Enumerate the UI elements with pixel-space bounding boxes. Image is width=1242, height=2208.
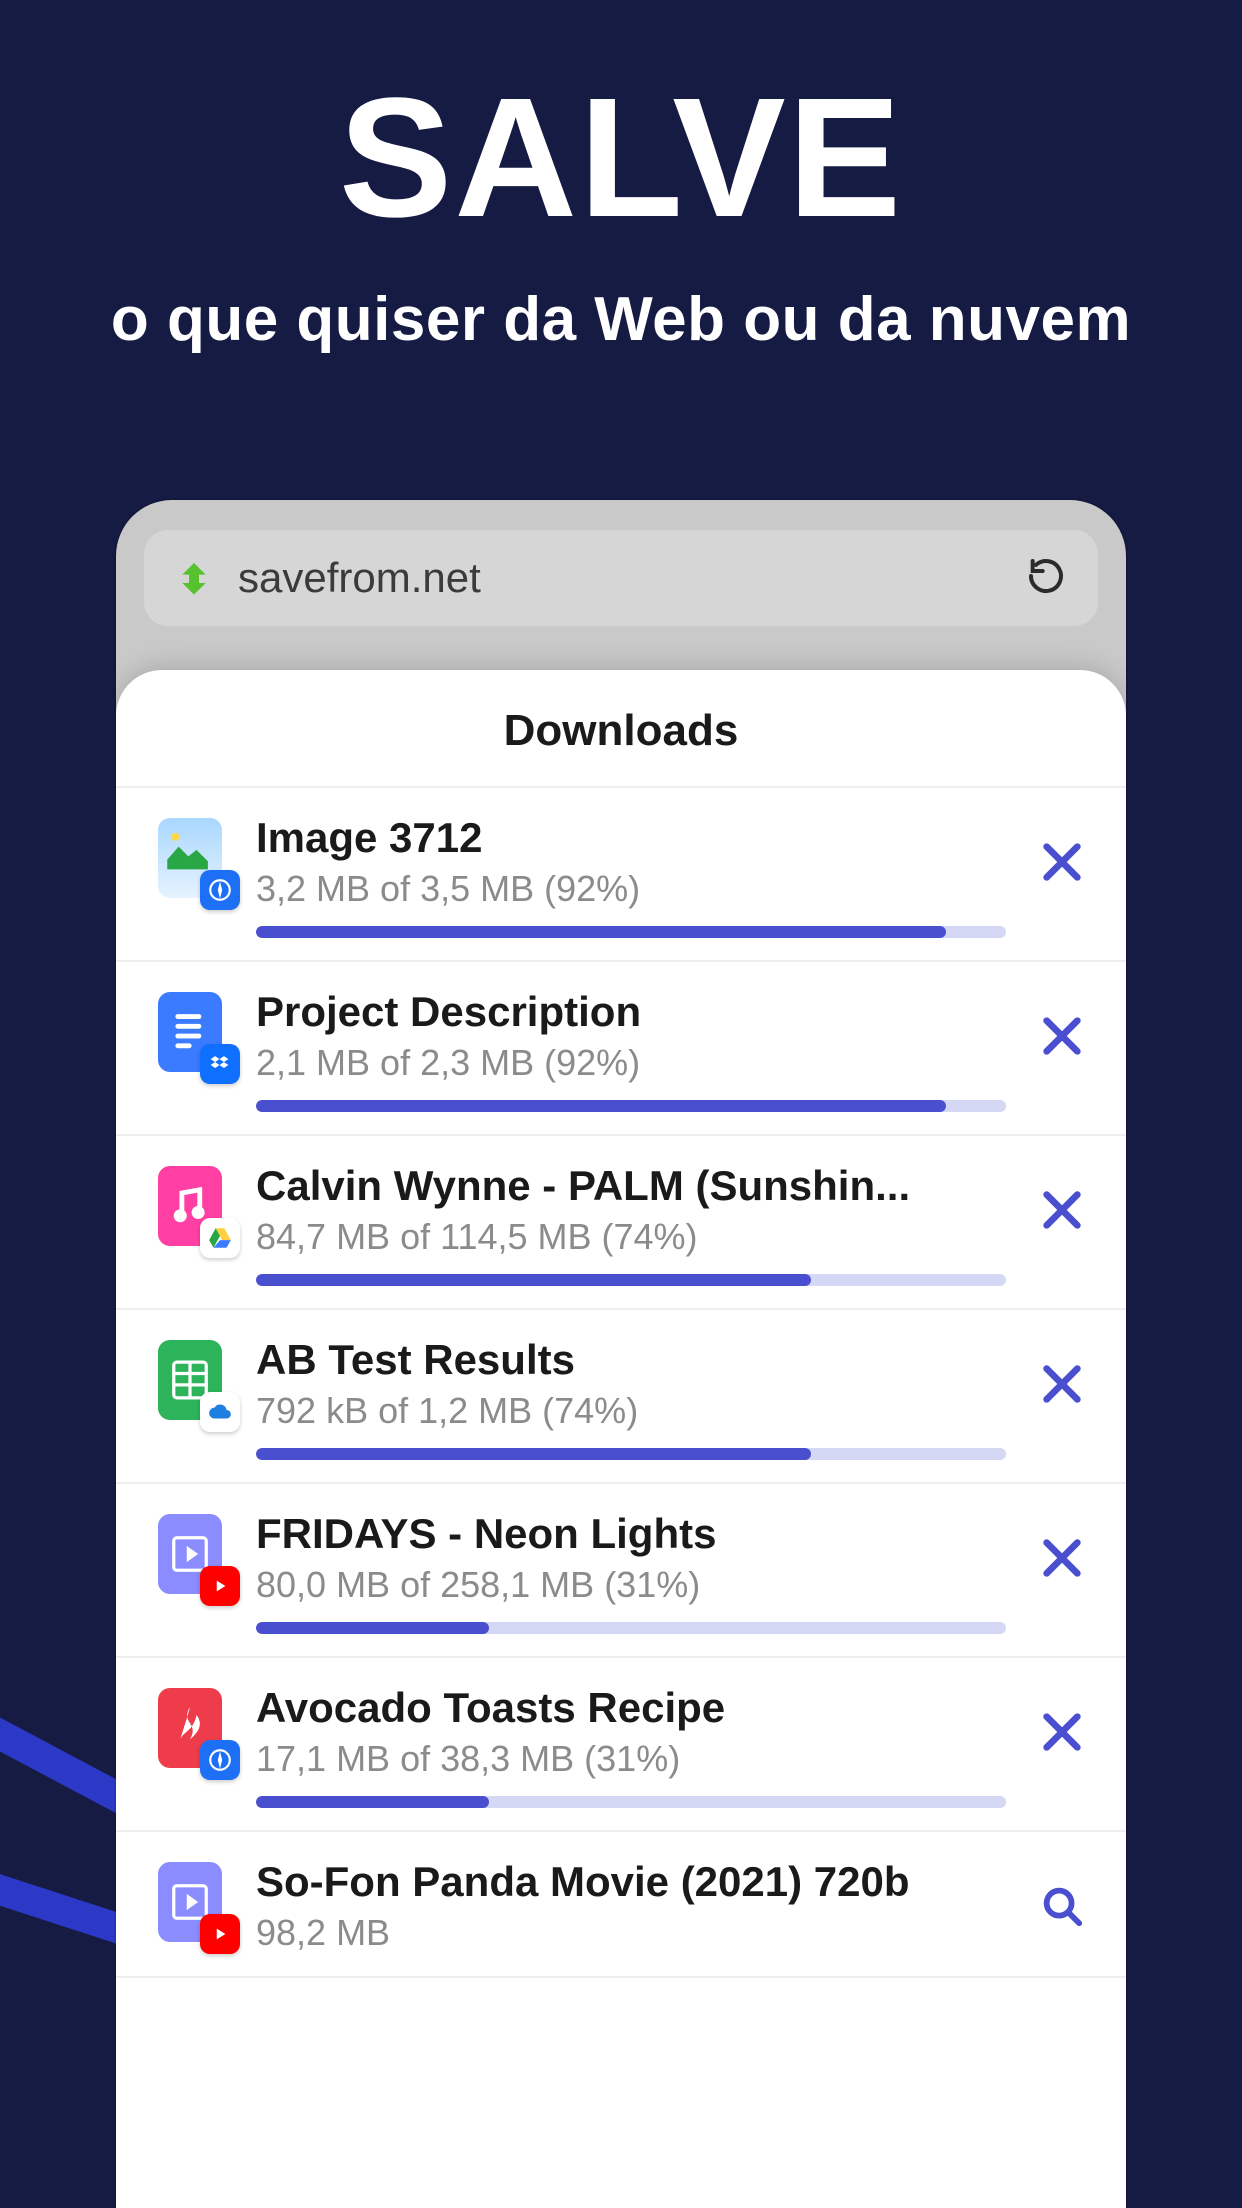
cancel-button[interactable] (1032, 1180, 1092, 1240)
cancel-button[interactable] (1032, 1528, 1092, 1588)
cancel-button[interactable] (1032, 1702, 1092, 1762)
download-meta: So-Fon Panda Movie (2021) 720b 98,2 MB (256, 1858, 1006, 1954)
download-row[interactable]: Avocado Toasts Recipe 17,1 MB of 38,3 MB… (116, 1658, 1126, 1832)
cancel-button[interactable] (1032, 1006, 1092, 1066)
download-meta: Calvin Wynne - PALM (Sunshin... 84,7 MB … (256, 1162, 1006, 1286)
drive-source-icon (200, 1218, 240, 1258)
sheet-title: Downloads (116, 706, 1126, 756)
youtube-source-icon (200, 1914, 240, 1954)
progress-bar (256, 1274, 1006, 1286)
file-icon (150, 814, 230, 902)
dropbox-source-icon (200, 1044, 240, 1084)
progress-bar (256, 1448, 1006, 1460)
file-icon (150, 1684, 230, 1772)
address-bar[interactable]: savefrom.net (144, 530, 1098, 626)
hero-header: SALVE o que quiser da Web ou da nuvem (0, 0, 1242, 355)
download-title: Avocado Toasts Recipe (256, 1684, 1006, 1732)
download-row[interactable]: AB Test Results 792 kB of 1,2 MB (74%) (116, 1310, 1126, 1484)
download-meta: Image 3712 3,2 MB of 3,5 MB (92%) (256, 814, 1006, 938)
download-meta: AB Test Results 792 kB of 1,2 MB (74%) (256, 1336, 1006, 1460)
file-icon (150, 988, 230, 1076)
download-title: FRIDAYS - Neon Lights (256, 1510, 1006, 1558)
safari-source-icon (200, 870, 240, 910)
download-status: 98,2 MB (256, 1912, 1006, 1954)
site-arrow-icon (172, 556, 216, 600)
youtube-source-icon (200, 1566, 240, 1606)
download-title: Project Description (256, 988, 1006, 1036)
download-status: 3,2 MB of 3,5 MB (92%) (256, 868, 1006, 910)
download-title: Calvin Wynne - PALM (Sunshin... (256, 1162, 1006, 1210)
download-status: 80,0 MB of 258,1 MB (31%) (256, 1564, 1006, 1606)
download-title: So-Fon Panda Movie (2021) 720b (256, 1858, 1006, 1906)
download-status: 84,7 MB of 114,5 MB (74%) (256, 1216, 1006, 1258)
safari-source-icon (200, 1740, 240, 1780)
download-status: 17,1 MB of 38,3 MB (31%) (256, 1738, 1006, 1780)
reload-icon[interactable] (1026, 556, 1070, 600)
cancel-button[interactable] (1032, 832, 1092, 892)
download-title: Image 3712 (256, 814, 1006, 862)
file-icon (150, 1336, 230, 1424)
hero-title: SALVE (0, 60, 1242, 256)
download-row[interactable]: Project Description 2,1 MB of 2,3 MB (92… (116, 962, 1126, 1136)
downloads-list: Image 3712 3,2 MB of 3,5 MB (92%) Projec… (116, 786, 1126, 1978)
cancel-button[interactable] (1032, 1354, 1092, 1414)
progress-bar (256, 1100, 1006, 1112)
download-meta: Avocado Toasts Recipe 17,1 MB of 38,3 MB… (256, 1684, 1006, 1808)
download-row[interactable]: So-Fon Panda Movie (2021) 720b 98,2 MB (116, 1832, 1126, 1978)
download-meta: Project Description 2,1 MB of 2,3 MB (92… (256, 988, 1006, 1112)
download-status: 792 kB of 1,2 MB (74%) (256, 1390, 1006, 1432)
onedrive-source-icon (200, 1392, 240, 1432)
download-title: AB Test Results (256, 1336, 1006, 1384)
downloads-sheet: Downloads Image 3712 3,2 MB of 3,5 MB (9… (116, 670, 1126, 2208)
progress-bar (256, 926, 1006, 938)
hero-subtitle: o que quiser da Web ou da nuvem (0, 284, 1242, 355)
file-icon (150, 1510, 230, 1598)
download-row[interactable]: Image 3712 3,2 MB of 3,5 MB (92%) (116, 786, 1126, 962)
download-status: 2,1 MB of 2,3 MB (92%) (256, 1042, 1006, 1084)
file-icon (150, 1162, 230, 1250)
download-meta: FRIDAYS - Neon Lights 80,0 MB of 258,1 M… (256, 1510, 1006, 1634)
search-button[interactable] (1032, 1876, 1092, 1936)
progress-bar (256, 1796, 1006, 1808)
download-row[interactable]: FRIDAYS - Neon Lights 80,0 MB of 258,1 M… (116, 1484, 1126, 1658)
file-icon (150, 1858, 230, 1946)
progress-bar (256, 1622, 1006, 1634)
download-row[interactable]: Calvin Wynne - PALM (Sunshin... 84,7 MB … (116, 1136, 1126, 1310)
phone-mockup: savefrom.net Downloads Image 3712 3,2 MB… (116, 500, 1126, 2208)
url-text: savefrom.net (238, 554, 1004, 602)
